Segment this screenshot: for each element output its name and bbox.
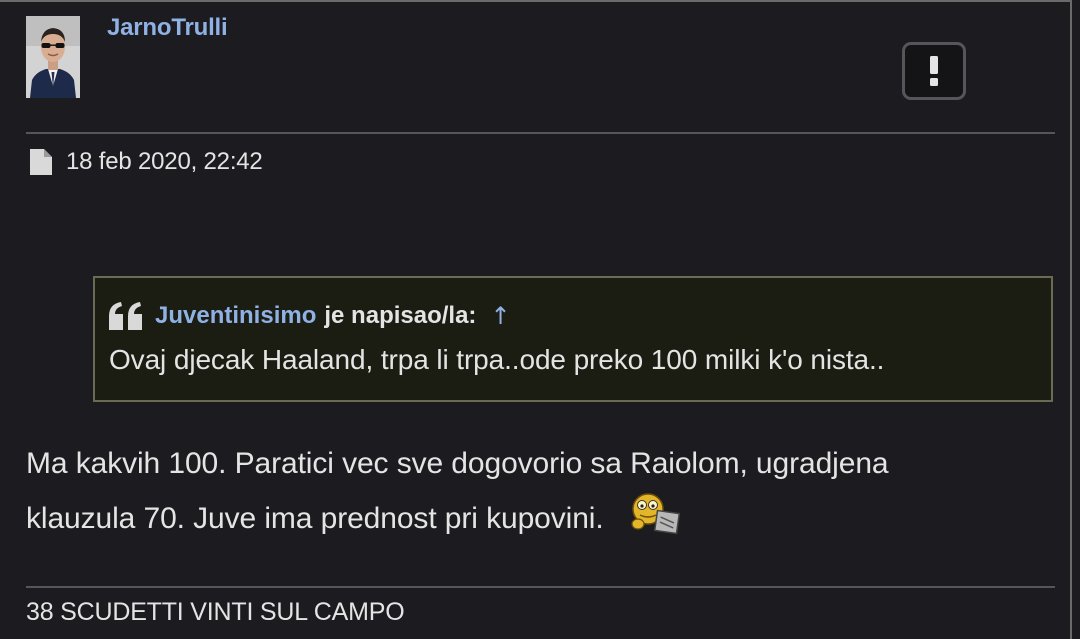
- post-date: 18 feb 2020, 22:42: [66, 148, 263, 175]
- post-body-line-text: klauzula 70. Juve ima prednost pri kupov…: [26, 502, 604, 535]
- username-link[interactable]: JarnoTrulli: [107, 14, 228, 42]
- smiley-sign-image: [630, 493, 680, 535]
- signature-divider: [26, 586, 1055, 588]
- post-body: Ma kakvih 100. Paratici vec sve dogovori…: [26, 436, 1056, 546]
- post-body-line: klauzula 70. Juve ima prednost pri kupov…: [26, 491, 1056, 546]
- post-meta: 18 feb 2020, 22:42: [30, 148, 263, 176]
- avatar-image: [26, 16, 80, 98]
- user-signature: 38 SCUDETTI VINTI SUL CAMPO: [26, 598, 405, 626]
- quote-icon: [109, 302, 142, 330]
- user-avatar[interactable]: [26, 16, 80, 98]
- quote-wrote-label: je napisao/la:: [324, 302, 477, 329]
- quote-author-link[interactable]: Juventinisimo: [155, 302, 316, 330]
- header-divider: [26, 132, 1055, 134]
- quote-block: Juventinisimo je napisao/la: ↑ Ovaj djec…: [93, 276, 1053, 402]
- document-icon: [30, 149, 52, 175]
- post-body-line: Ma kakvih 100. Paratici vec sve dogovori…: [26, 447, 889, 480]
- exclamation-icon: [930, 56, 938, 86]
- smiley-sign-icon: [630, 492, 682, 536]
- quote-header: Juventinisimo je napisao/la: ↑: [109, 298, 511, 334]
- quote-text: Ovaj djecak Haaland, trpa li trpa..ode p…: [109, 344, 885, 375]
- jump-to-post-arrow-icon[interactable]: ↑: [490, 302, 510, 330]
- report-button[interactable]: [902, 42, 966, 100]
